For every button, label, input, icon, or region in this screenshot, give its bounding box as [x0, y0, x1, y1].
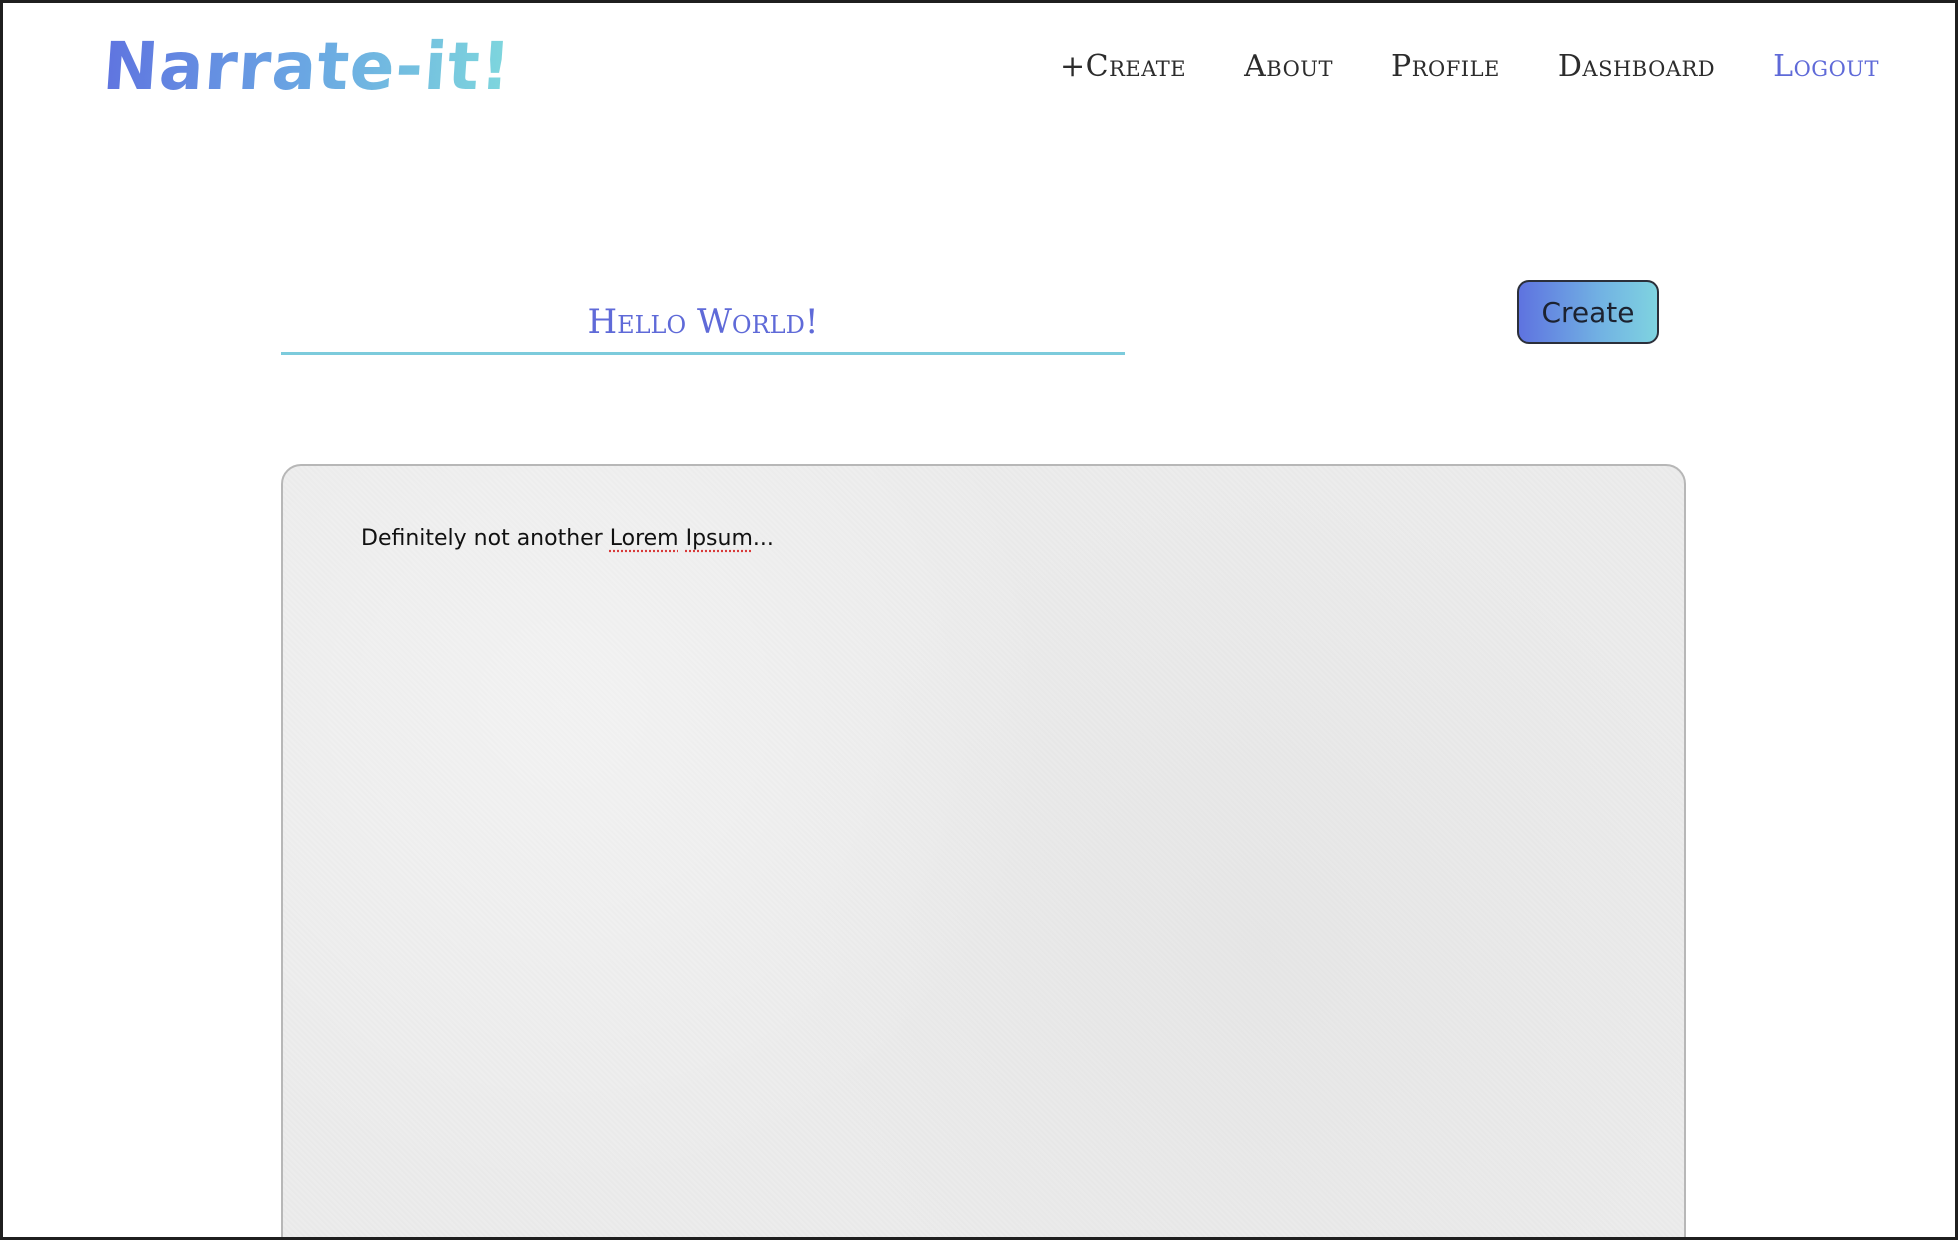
- story-body-editor[interactable]: Definitely not another Lorem Ipsum...: [281, 464, 1686, 1237]
- nav-create[interactable]: +Create: [1060, 49, 1186, 84]
- body-suffix: ...: [752, 526, 774, 551]
- main-nav: +Create About Profile Dashboard Logout: [1060, 49, 1879, 84]
- create-button[interactable]: Create: [1517, 280, 1659, 344]
- browser-viewport: Narrate-it! +Create About Profile Dashbo…: [0, 0, 1958, 1240]
- nav-logout[interactable]: Logout: [1773, 49, 1879, 84]
- spellcheck-word-ipsum: Ipsum: [685, 526, 753, 551]
- story-title-input[interactable]: [281, 297, 1125, 355]
- nav-about[interactable]: About: [1244, 49, 1333, 84]
- nav-profile[interactable]: Profile: [1391, 49, 1500, 84]
- nav-dashboard[interactable]: Dashboard: [1558, 49, 1715, 84]
- spellcheck-word-lorem: Lorem: [609, 526, 679, 551]
- story-body-text: Definitely not another Lorem Ipsum...: [361, 526, 774, 551]
- body-space: [679, 526, 686, 551]
- body-prefix: Definitely not another: [361, 526, 610, 551]
- site-logo[interactable]: Narrate-it!: [100, 27, 514, 107]
